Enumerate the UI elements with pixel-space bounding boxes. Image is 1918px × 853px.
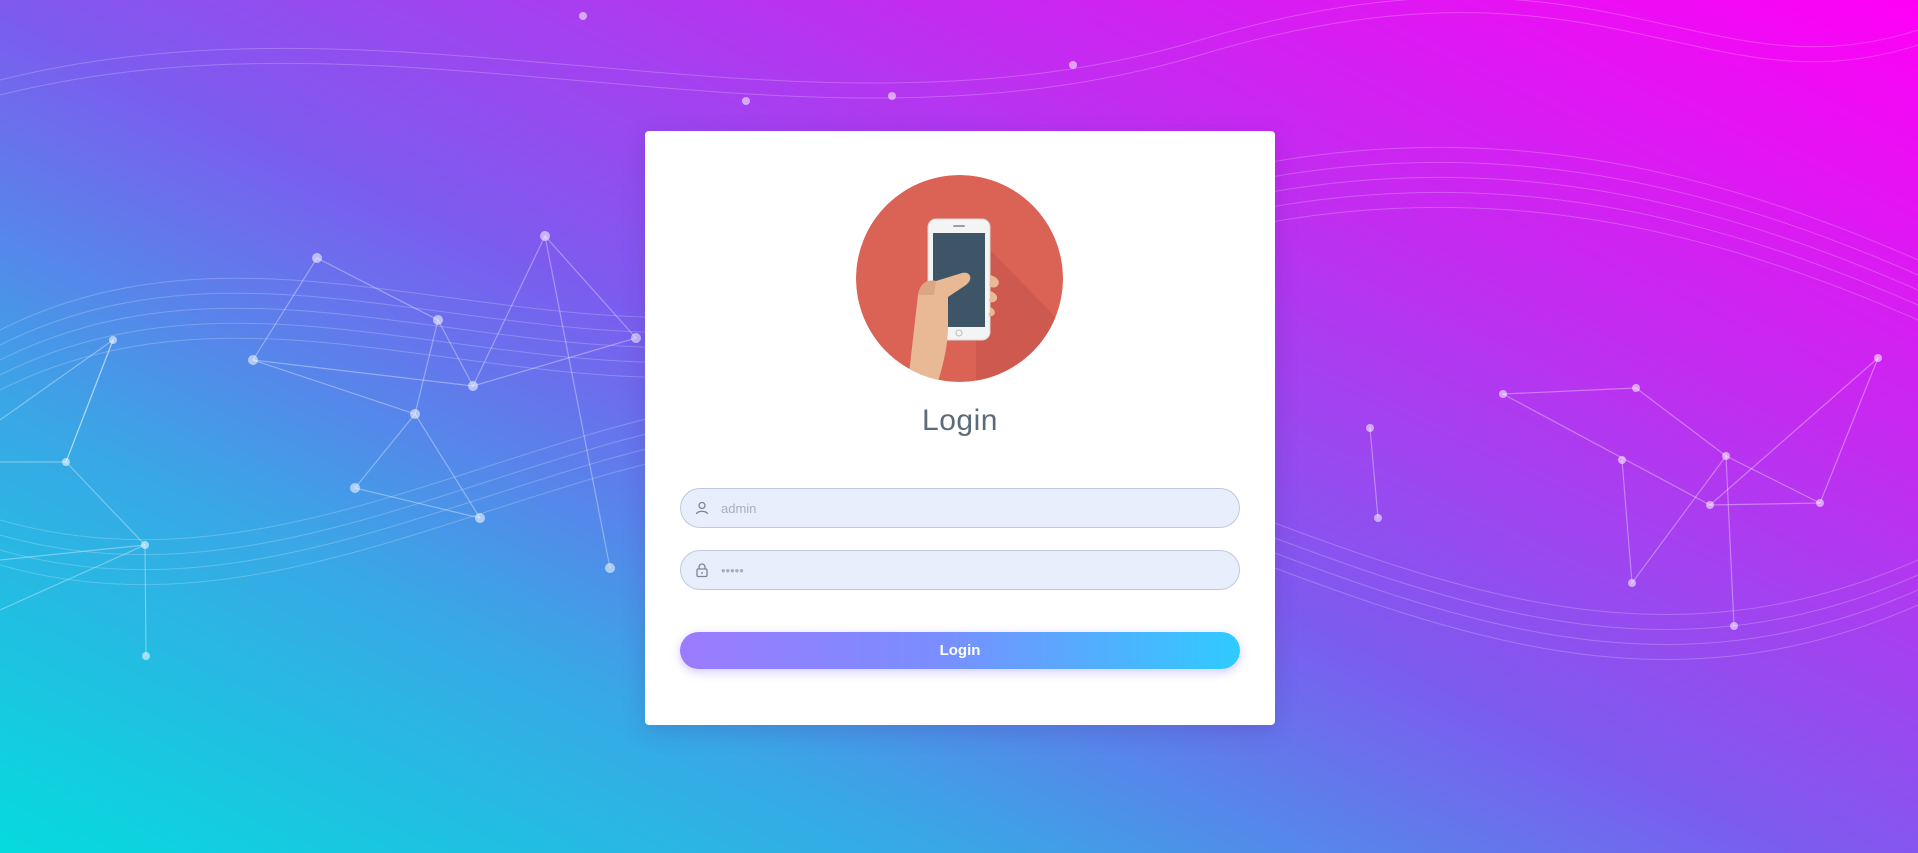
user-icon — [695, 501, 709, 515]
username-input[interactable] — [721, 489, 1226, 527]
lock-icon — [696, 563, 708, 578]
login-button[interactable]: Login — [680, 632, 1240, 669]
phone-in-hand-illustration — [856, 175, 1063, 382]
password-field[interactable] — [680, 550, 1240, 590]
username-field[interactable] — [680, 488, 1240, 528]
page-title: Login — [922, 404, 998, 437]
login-card: Login Login — [645, 131, 1275, 725]
password-input[interactable] — [721, 551, 1226, 589]
